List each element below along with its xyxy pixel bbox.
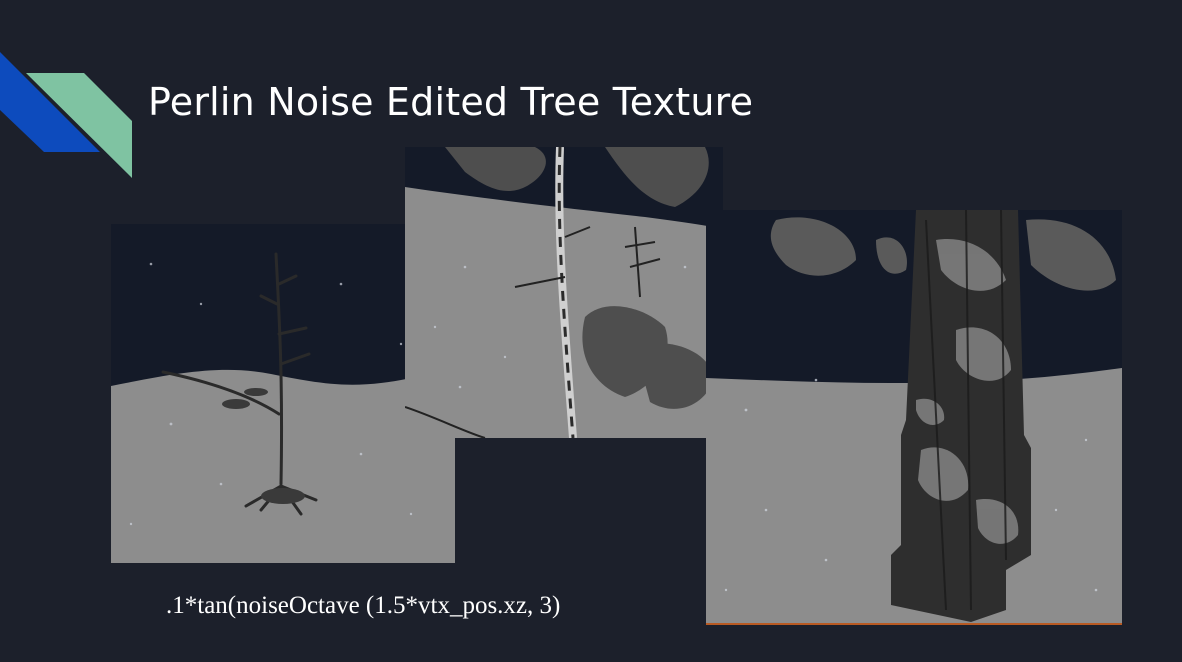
sapling-near-image [405, 147, 723, 438]
corner-stripes-decoration [0, 52, 132, 178]
image-underline [706, 623, 1122, 625]
slide-title: Perlin Noise Edited Tree Texture [148, 80, 754, 124]
presentation-slide: Perlin Noise Edited Tree Texture .1*tan(… [0, 0, 1182, 662]
sapling-far-image [111, 224, 455, 563]
noise-formula: .1*tan(noiseOctave (1.5*vtx_pos.xz, 3) [166, 592, 561, 619]
trunk-closeup-image [706, 210, 1122, 625]
